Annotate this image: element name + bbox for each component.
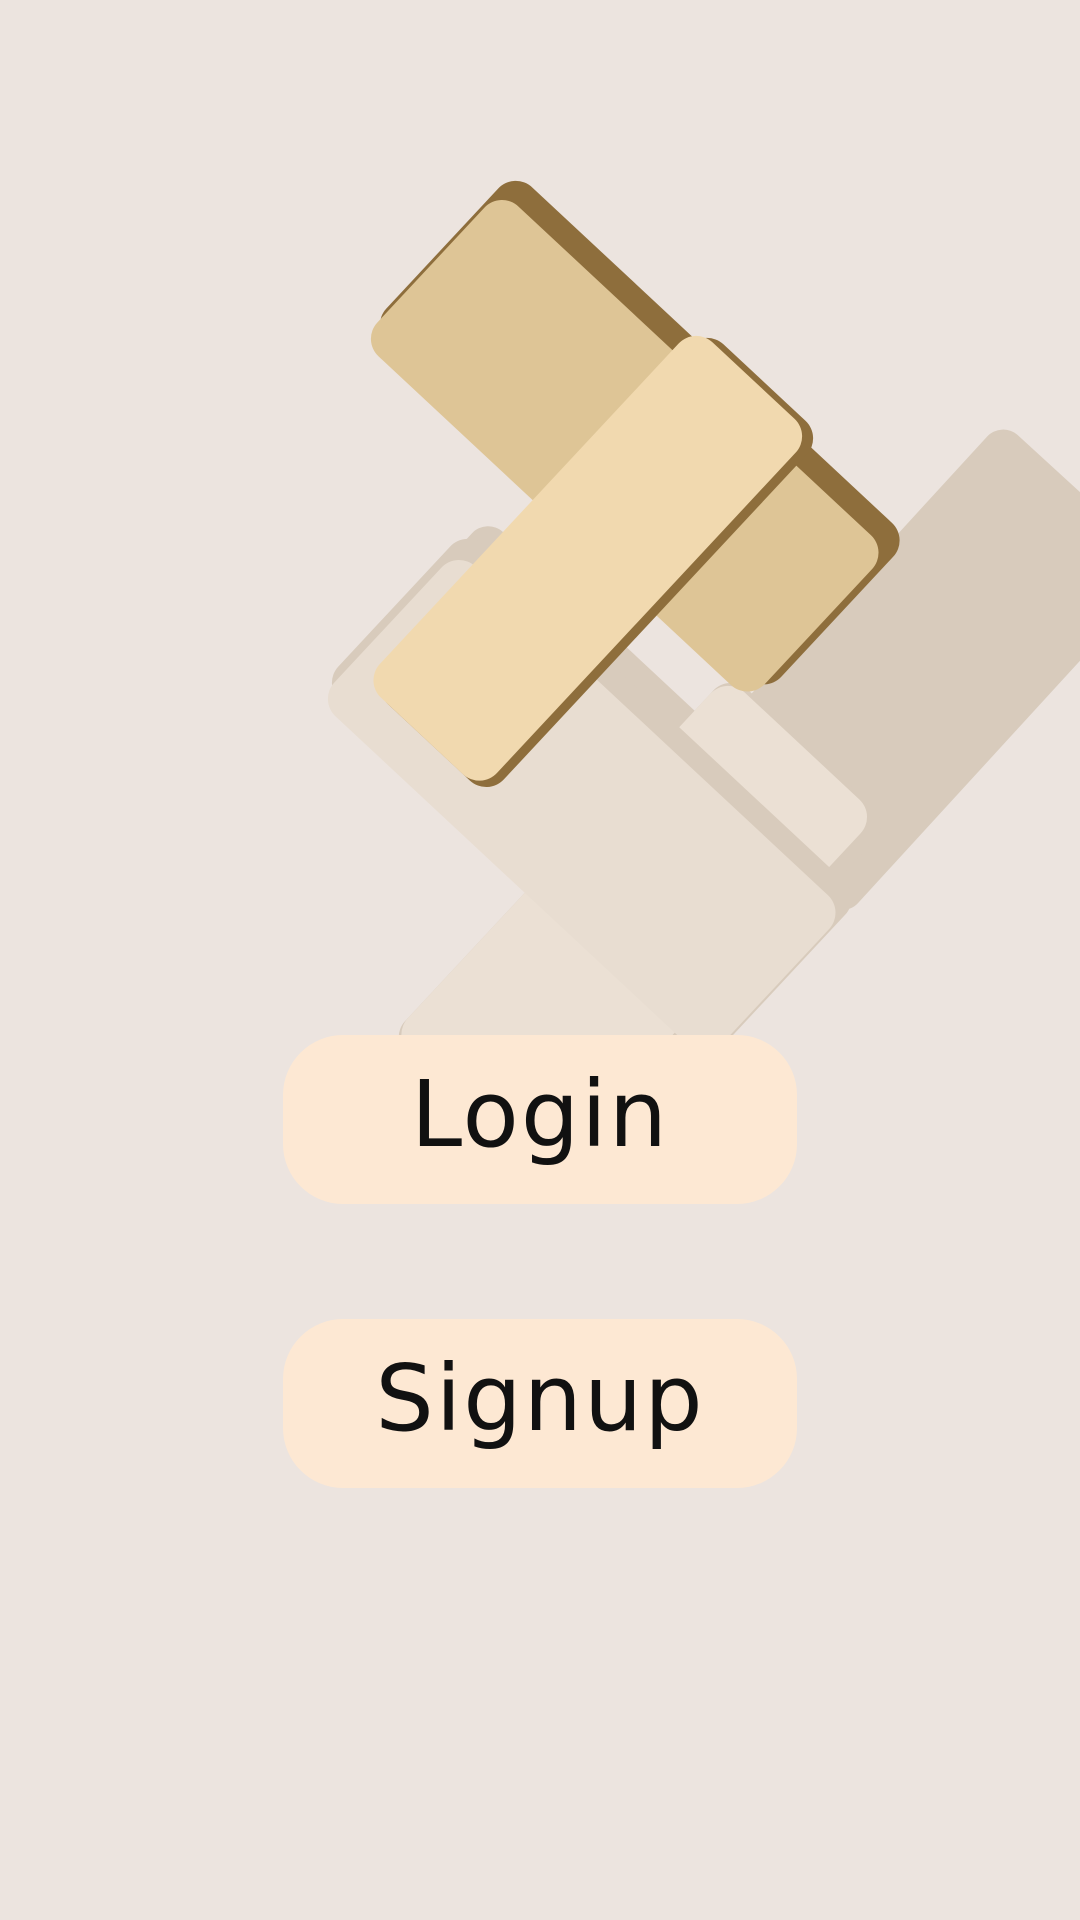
welcome-screen: Login Signup xyxy=(0,0,1080,1920)
login-button-label: Login xyxy=(410,1060,670,1168)
login-button[interactable]: Login xyxy=(283,1035,797,1204)
app-logo xyxy=(327,180,1080,1179)
signup-button-label: Signup xyxy=(375,1344,705,1452)
signup-button[interactable]: Signup xyxy=(283,1319,797,1488)
